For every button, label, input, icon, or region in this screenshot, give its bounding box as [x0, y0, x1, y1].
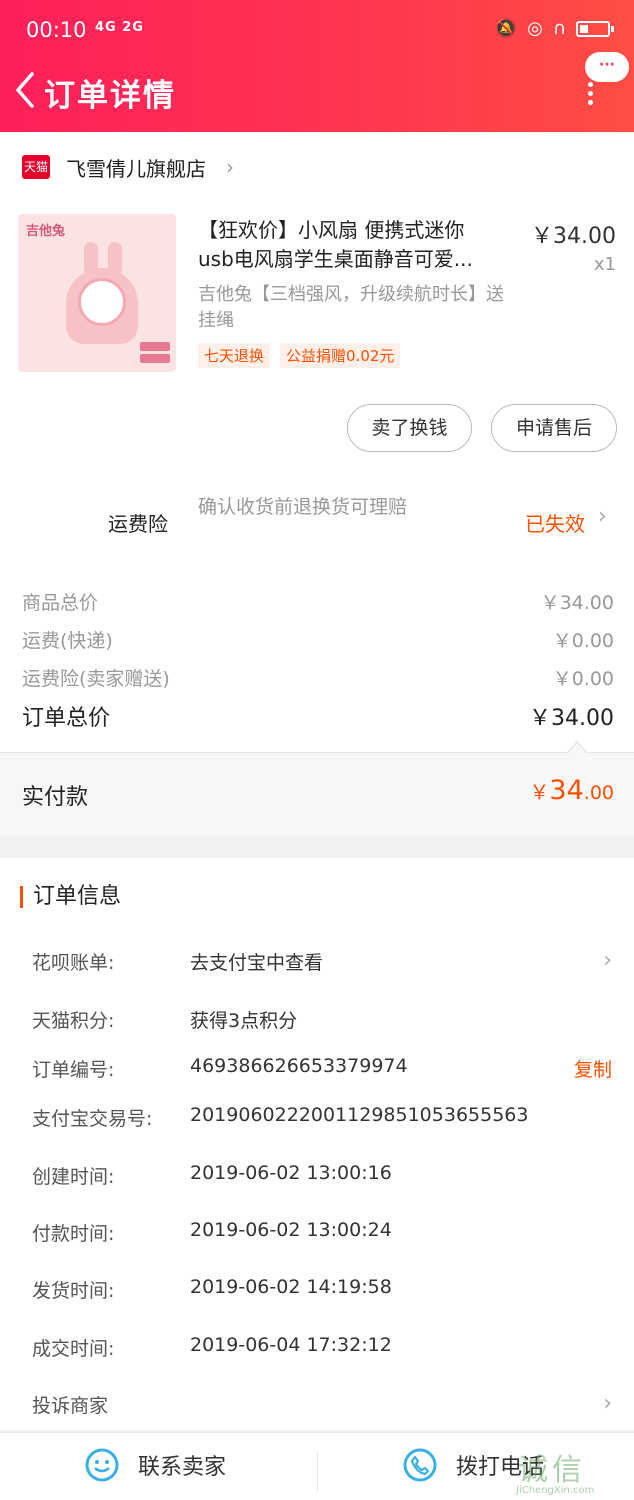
- insurance-label: 运费险: [108, 512, 168, 536]
- copy-button[interactable]: 复制: [574, 1055, 612, 1082]
- info-key: 发货时间:: [32, 1280, 115, 1302]
- more-menu-icon[interactable]: [588, 82, 598, 105]
- info-key: 支付宝交易号:: [32, 1108, 153, 1130]
- back-arrow-icon[interactable]: [12, 70, 42, 110]
- order-card: 天猫 飞雪倩儿旗舰店 › 吉他兔 【狂欢价】小风扇 便携式迷你 usb电风扇学生…: [0, 132, 634, 836]
- status-bar: 00:10 4G 2G 🔕 ◎ ∩: [0, 0, 634, 62]
- product-sku: 吉他兔【三档强风，升级续航时长】送挂绳: [198, 284, 504, 331]
- paid-decimal: .00: [583, 782, 614, 804]
- insurance-desc: 确认收货前退换货可理赔: [198, 496, 408, 518]
- tag-charity: 公益捐赠0.02元: [280, 343, 401, 368]
- divider: [317, 1451, 318, 1491]
- more-bubble-icon[interactable]: ···: [585, 52, 629, 82]
- paid-integer: 34: [549, 775, 584, 806]
- fee-row: 运费(快递) ￥0.00: [22, 626, 614, 653]
- watermark-en: JiChengXin.com: [516, 1485, 595, 1496]
- status-icons: 🔕 ◎ ∩: [494, 18, 614, 39]
- chevron-right-icon: ›: [603, 948, 612, 973]
- fee-label: 运费险(卖家赠送): [22, 668, 170, 690]
- paid-amount: ￥34.00: [529, 775, 614, 806]
- product-title-line2: usb电风扇学生桌面静音可爱...: [198, 247, 473, 271]
- header-bar: 00:10 4G 2G 🔕 ◎ ∩ 订单详情 ···: [0, 0, 634, 132]
- fee-label: 运费(快递): [22, 630, 113, 652]
- fee-row: 运费险(卖家赠送) ￥0.00: [22, 664, 614, 691]
- info-value: 2019-06-02 13:00:24: [190, 1219, 392, 1241]
- watermark-logo: 诚信 JiChengXin.com: [514, 1445, 632, 1499]
- info-value: 469386626653379974: [190, 1055, 408, 1077]
- contact-seller-button[interactable]: 联系卖家: [84, 1447, 226, 1483]
- watermark-cn: 诚信: [518, 1453, 586, 1488]
- info-value: 2019-06-02 13:00:16: [190, 1162, 392, 1184]
- mute-icon: 🔕: [494, 18, 518, 39]
- contact-seller-label: 联系卖家: [138, 1455, 227, 1480]
- battery-icon: [576, 20, 614, 37]
- product-tags: 七天退换 公益捐赠0.02元: [198, 343, 401, 368]
- tag-return: 七天退换: [198, 343, 271, 368]
- info-value: 获得3点积分: [190, 1010, 298, 1032]
- tmall-logo-icon: 天猫: [22, 155, 50, 179]
- page-title: 订单详情: [44, 78, 176, 114]
- info-key: 投诉商家: [32, 1395, 109, 1417]
- product-title[interactable]: 【狂欢价】小风扇 便携式迷你 usb电风扇学生桌面静音可爱...: [198, 216, 508, 274]
- info-key: 花呗账单:: [32, 952, 115, 974]
- info-key: 订单编号:: [32, 1059, 115, 1081]
- info-key: 付款时间:: [32, 1223, 115, 1245]
- order-info-section: 订单信息 花呗账单: 去支付宝中查看 › 天猫积分: 获得3点积分 订单编号: …: [0, 858, 634, 1430]
- chevron-right-icon: ›: [603, 1391, 612, 1416]
- lock-icon: ◎: [527, 18, 543, 39]
- headphones-icon: ∩: [552, 18, 566, 39]
- fee-value: ￥0.00: [552, 630, 614, 652]
- after-sale-button[interactable]: 申请售后: [491, 404, 617, 452]
- info-value: 去支付宝中查看: [190, 952, 324, 974]
- info-key: 天猫积分:: [32, 1010, 115, 1032]
- network-indicator: 4G 2G: [95, 20, 144, 35]
- info-value: 2019-06-02 14:19:58: [190, 1276, 392, 1298]
- product-title-line1: 【狂欢价】小风扇 便携式迷你: [198, 218, 465, 242]
- fee-value: ￥0.00: [552, 668, 614, 690]
- info-key: 创建时间:: [32, 1166, 115, 1188]
- info-value: 2019060222001129851053655563: [190, 1104, 529, 1126]
- order-total-value: ￥34.00: [529, 706, 614, 731]
- bottom-action-bar: 联系卖家 拨打电话 诚信 JiChengXin.com: [0, 1432, 634, 1500]
- shop-name[interactable]: 飞雪倩儿旗舰店: [66, 153, 206, 182]
- order-info-heading: 订单信息: [20, 886, 121, 908]
- fee-label: 商品总价: [22, 592, 99, 614]
- insurance-status[interactable]: 已失效: [525, 508, 585, 537]
- product-quantity: x1: [593, 254, 616, 275]
- product-image[interactable]: 吉他兔: [18, 214, 176, 372]
- info-key: 成交时间:: [32, 1338, 115, 1360]
- sell-button[interactable]: 卖了换钱: [347, 404, 472, 452]
- fee-value: ￥34.00: [540, 592, 614, 614]
- paid-currency: ￥: [529, 780, 550, 804]
- product-image-brand: 吉他兔: [26, 224, 66, 239]
- status-time: 00:10: [26, 18, 87, 42]
- order-total-label: 订单总价: [22, 706, 111, 731]
- phone-icon: [403, 1448, 437, 1482]
- info-value: 2019-06-04 17:32:12: [190, 1334, 392, 1356]
- paid-box: 实付款 ￥34.00: [0, 741, 634, 836]
- fee-row: 商品总价 ￥34.00: [22, 588, 614, 615]
- chat-icon: [85, 1448, 119, 1482]
- paid-label: 实付款: [22, 785, 89, 810]
- product-price: ￥34.00: [531, 224, 616, 249]
- chevron-right-icon[interactable]: ›: [598, 504, 607, 529]
- shop-row[interactable]: 天猫 飞雪倩儿旗舰店 ›: [22, 152, 234, 182]
- chevron-right-icon: ›: [226, 155, 234, 179]
- order-total-row: 订单总价 ￥34.00: [22, 700, 614, 732]
